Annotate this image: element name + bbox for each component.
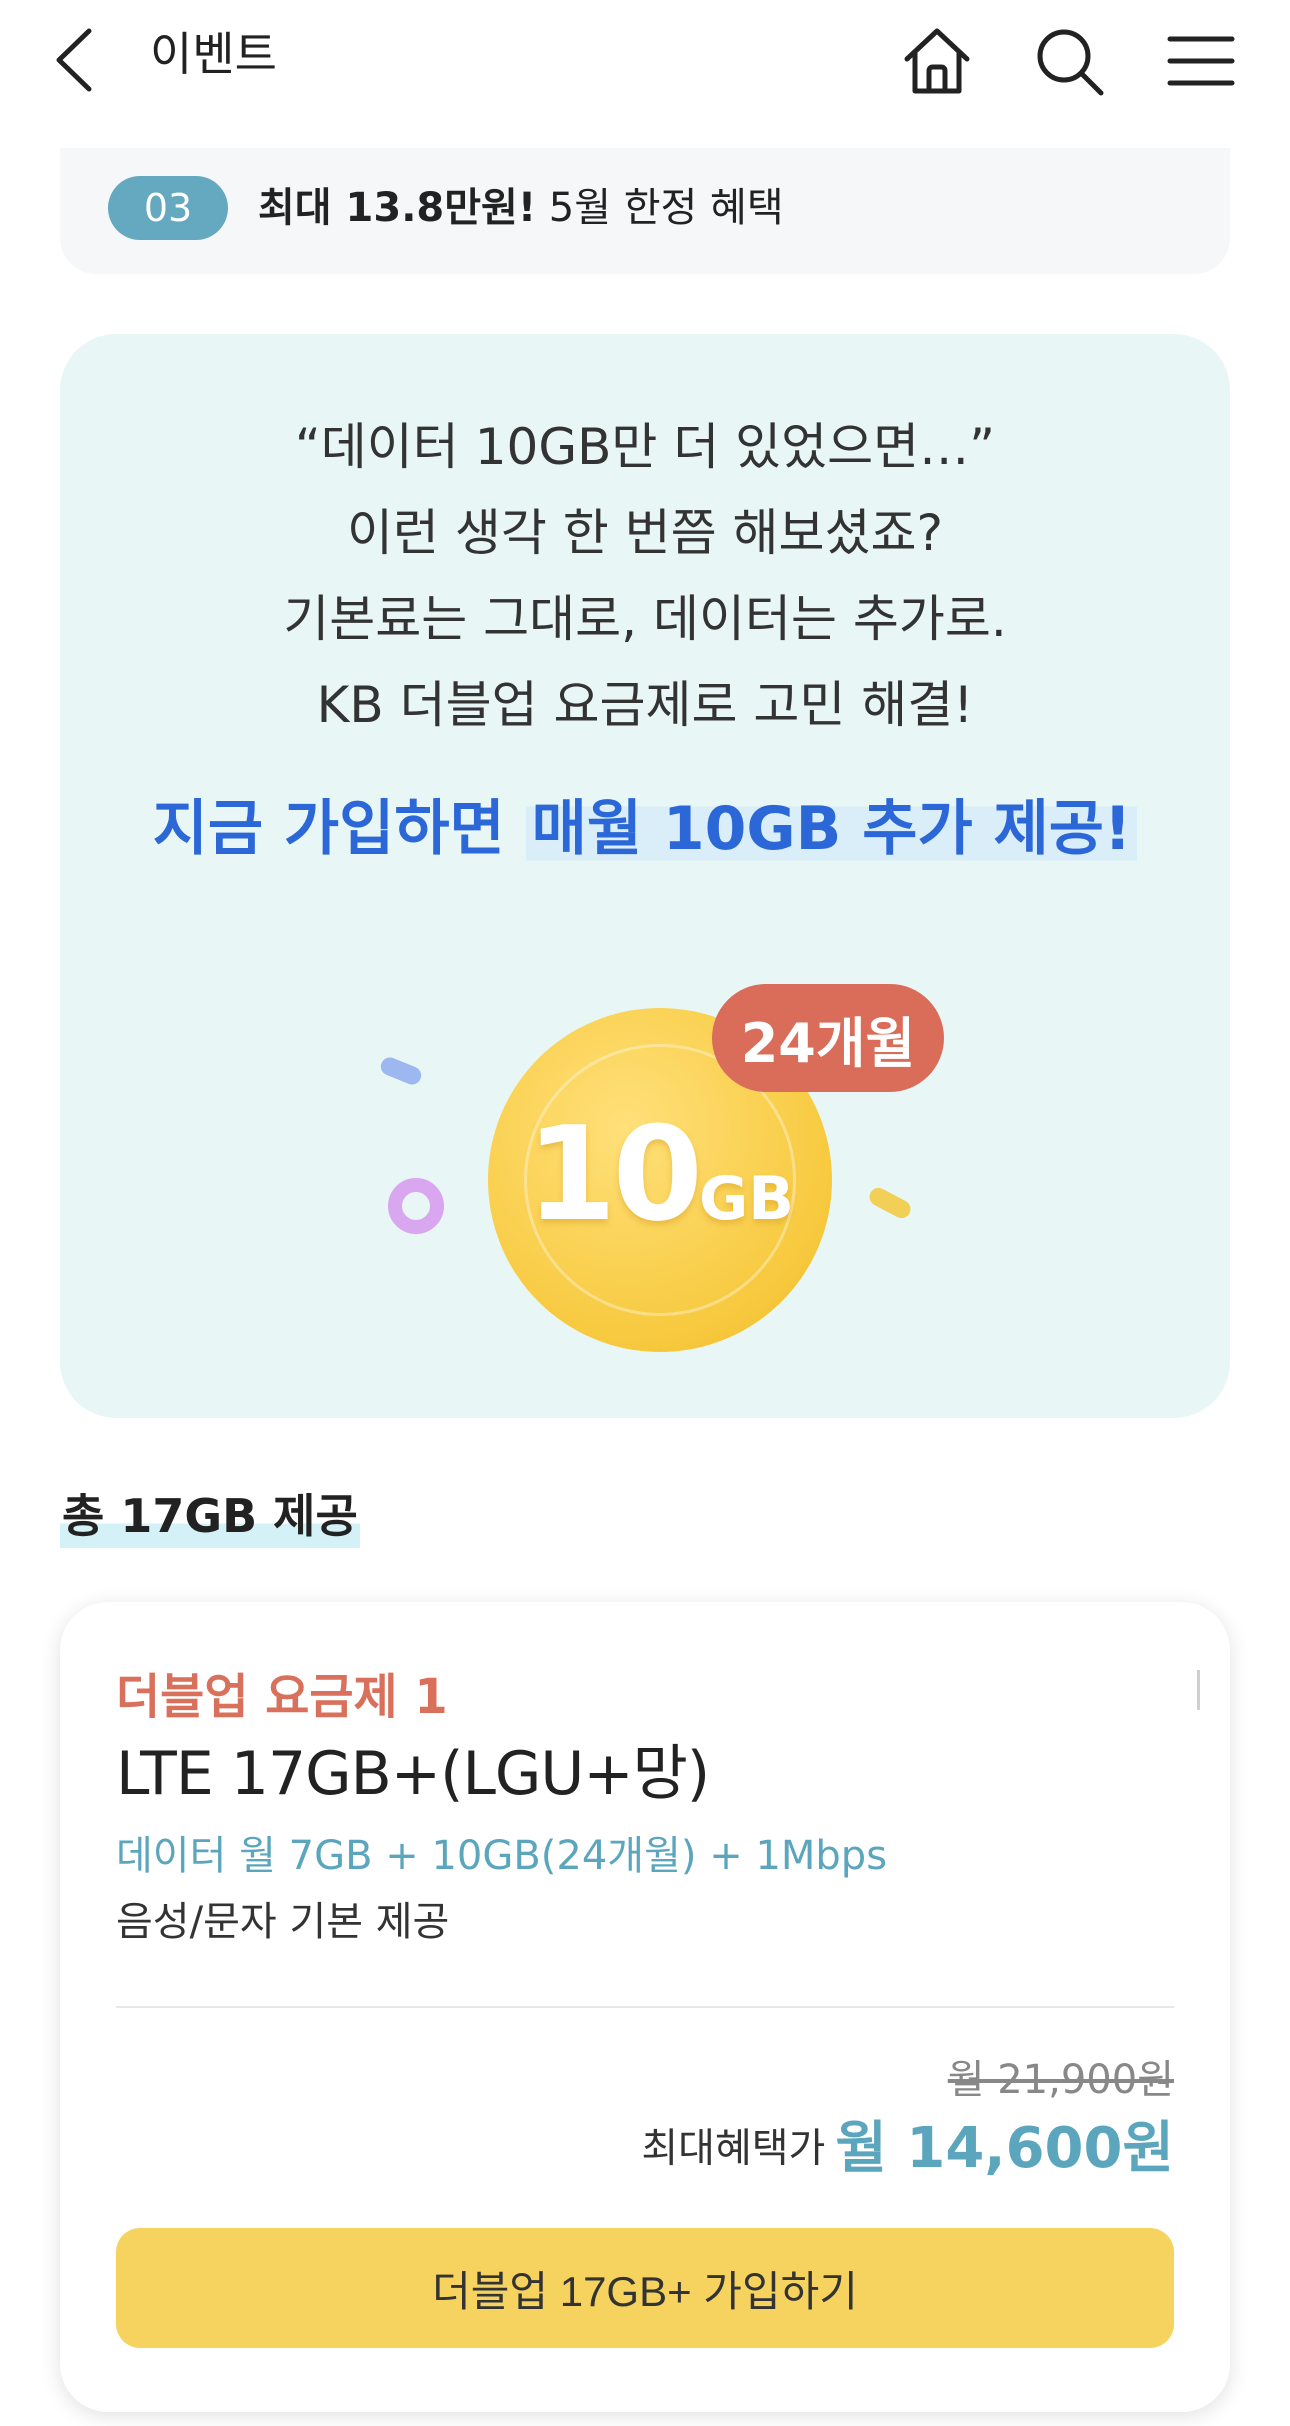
- discount-price-row: 최대혜택가 월 14,600원: [641, 2108, 1174, 2189]
- section-title: 총 17GB 제공: [60, 1484, 360, 1548]
- quote-line: “데이터 10GB만 더 있었으면…”: [294, 418, 996, 476]
- headline-highlight: 매월 10GB 추가 제공!: [525, 794, 1138, 864]
- ring-decoration: [388, 1178, 444, 1234]
- original-price: 월 21,900원: [947, 2057, 1174, 2103]
- promo-quote: “데이터 10GB만 더 있었으면…” 이런 생각 한 번쯤 해보셨죠? 기본료…: [60, 404, 1230, 748]
- app-header: 이벤트: [0, 0, 1290, 130]
- quote-line: 기본료는 그대로, 데이터는 추가로.: [283, 590, 1007, 648]
- promo-headline: 지금 가입하면 매월 10GB 추가 제공!: [60, 784, 1230, 874]
- coin-label: 10GB: [488, 1098, 832, 1250]
- search-button[interactable]: [1024, 16, 1114, 106]
- coin-unit: GB: [698, 1164, 794, 1234]
- benefit-text: 최대 13.8만원! 5월 한정 혜택: [258, 178, 784, 238]
- back-arrow-icon: [56, 28, 92, 92]
- plan-voice-description: 음성/문자 기본 제공: [116, 1899, 450, 1945]
- confetti-decoration: [378, 1054, 424, 1088]
- scrollbar[interactable]: [1197, 1670, 1200, 1710]
- plan-card: 더블업 요금제 1 LTE 17GB+(LGU+망) 데이터 월 7GB + 1…: [60, 1602, 1230, 2412]
- plan-kicker: 더블업 요금제 1: [116, 1669, 448, 1725]
- discount-price: 월 14,600원: [835, 2115, 1174, 2181]
- benefit-description: 5월 한정 혜택: [536, 185, 784, 231]
- search-icon: [1037, 29, 1104, 96]
- menu-icon: [1167, 36, 1235, 86]
- coin-illustration: 10GB 24개월: [60, 954, 1230, 1374]
- quote-line: 이런 생각 한 번쯤 해보셨죠?: [346, 504, 944, 562]
- benefit-highlight: 최대 13.8만원!: [258, 185, 537, 231]
- coin-amount: 10: [526, 1098, 703, 1250]
- headline-prefix: 지금 가입하면: [152, 794, 526, 864]
- join-button[interactable]: 더블업 17GB+ 가입하기: [116, 2228, 1174, 2348]
- months-badge: 24개월: [712, 984, 944, 1092]
- plan-data-description: 데이터 월 7GB + 10GB(24개월) + 1Mbps: [116, 1833, 888, 1879]
- confetti-decoration: [866, 1184, 914, 1222]
- menu-button[interactable]: [1156, 16, 1246, 106]
- quote-line: KB 더블업 요금제로 고민 해결!: [316, 676, 974, 734]
- step-number-badge: 03: [108, 176, 228, 240]
- price-label: 최대혜택가: [641, 2125, 826, 2172]
- back-button[interactable]: [40, 20, 110, 100]
- promo-banner: “데이터 10GB만 더 있었으면…” 이런 생각 한 번쯤 해보셨죠? 기본료…: [60, 334, 1230, 1418]
- divider: [116, 2006, 1174, 2008]
- benefit-strip[interactable]: 03 최대 13.8만원! 5월 한정 혜택: [60, 148, 1230, 274]
- page-title: 이벤트: [150, 27, 277, 81]
- home-icon: [904, 28, 970, 94]
- plan-name: LTE 17GB+(LGU+망): [116, 1739, 710, 1809]
- home-button[interactable]: [892, 16, 982, 106]
